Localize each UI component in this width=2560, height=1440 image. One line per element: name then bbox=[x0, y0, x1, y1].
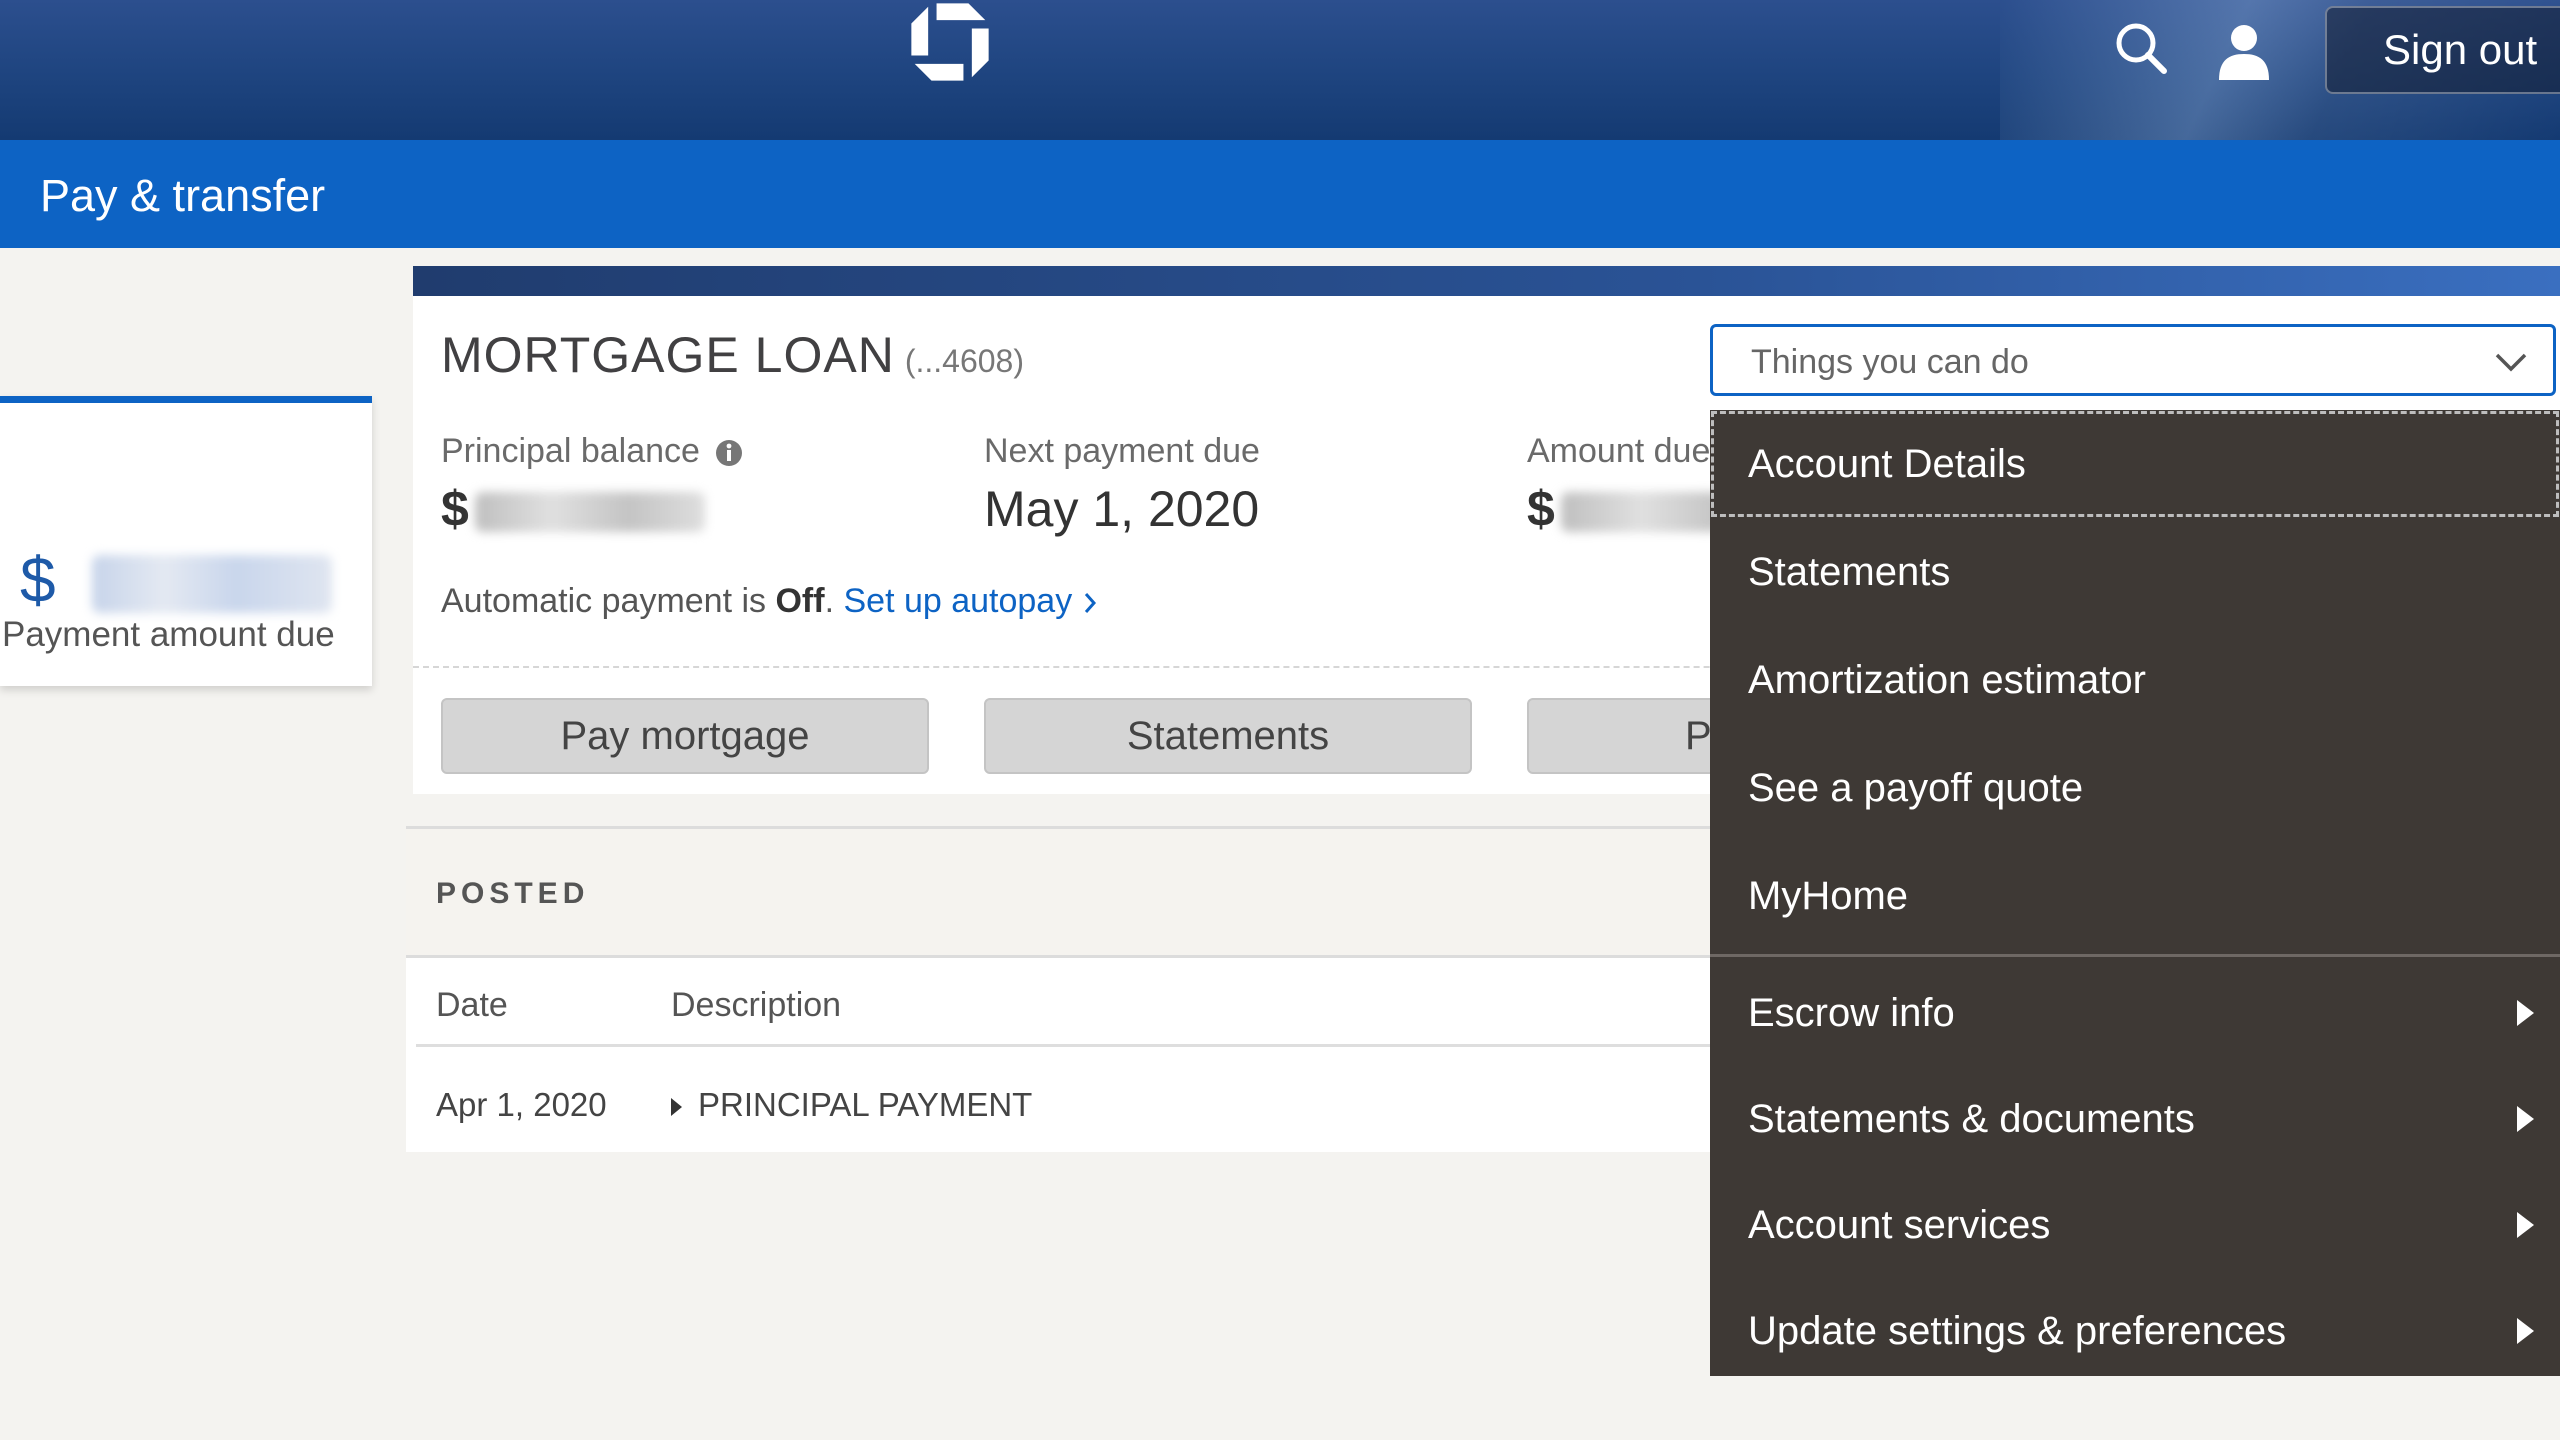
transaction-description-text: PRINCIPAL PAYMENT bbox=[698, 1086, 1033, 1123]
statements-button[interactable]: Statements bbox=[984, 698, 1472, 774]
sub-navigation: Pay & transfer bbox=[0, 140, 2560, 248]
column-header-description[interactable]: Description bbox=[671, 986, 841, 1025]
menu-item-label: Account services bbox=[1748, 1203, 2051, 1247]
menu-item-payoff-quote[interactable]: See a payoff quote bbox=[1710, 734, 2560, 842]
next-payment-value: May 1, 2020 bbox=[984, 481, 1260, 537]
things-you-can-do-dropdown[interactable]: Things you can do bbox=[1710, 324, 2556, 396]
menu-item-account-services[interactable]: Account services bbox=[1710, 1172, 2560, 1278]
redacted-amount bbox=[92, 555, 332, 613]
principal-balance-label-text: Principal balance bbox=[441, 432, 700, 470]
autopay-status: Automatic payment is Off. Set up autopay bbox=[441, 582, 1098, 621]
menu-divider bbox=[1710, 954, 2560, 957]
principal-balance-label: Principal balance bbox=[441, 432, 743, 471]
currency-symbol: $ bbox=[20, 544, 56, 616]
account-card-header-stripe bbox=[413, 266, 2560, 296]
payment-summary-card[interactable]: $ Payment amount due bbox=[0, 396, 372, 686]
menu-item-escrow-info[interactable]: Escrow info bbox=[1710, 960, 2560, 1066]
expand-caret-icon[interactable] bbox=[671, 1098, 682, 1117]
actions-menu: Account Details Statements Amortization … bbox=[1710, 410, 2560, 1376]
transaction-date: Apr 1, 2020 bbox=[436, 1086, 607, 1123]
principal-balance-value: $ bbox=[441, 480, 705, 538]
dropdown-label: Things you can do bbox=[1751, 343, 2029, 381]
submenu-arrow-icon bbox=[2517, 1000, 2534, 1026]
account-number: (...4608) bbox=[904, 343, 1024, 379]
posted-label: POSTED bbox=[436, 877, 590, 910]
redacted-amount bbox=[475, 492, 705, 532]
sign-out-button[interactable]: Sign out bbox=[2325, 6, 2560, 94]
account-title: MORTGAGE LOAN (...4608) bbox=[441, 326, 1024, 384]
menu-item-statements-documents[interactable]: Statements & documents bbox=[1710, 1066, 2560, 1172]
menu-item-label: Update settings & preferences bbox=[1748, 1309, 2287, 1353]
info-icon[interactable] bbox=[715, 439, 743, 467]
menu-item-account-details[interactable]: Account Details bbox=[1710, 410, 2560, 518]
chevron-down-icon bbox=[2495, 353, 2527, 372]
autopay-suffix: . bbox=[824, 582, 835, 620]
column-header-date[interactable]: Date bbox=[436, 986, 508, 1025]
pay-mortgage-button[interactable]: Pay mortgage bbox=[441, 698, 929, 774]
page-title[interactable]: Pay & transfer bbox=[40, 170, 325, 222]
submenu-arrow-icon bbox=[2517, 1318, 2534, 1344]
page: Sign out Pay & transfer $ Payment amount… bbox=[0, 0, 2560, 1440]
top-header: Sign out bbox=[0, 0, 2560, 140]
submenu-arrow-icon bbox=[2517, 1106, 2534, 1132]
transaction-description[interactable]: PRINCIPAL PAYMENT bbox=[671, 1086, 1032, 1124]
autopay-state: Off bbox=[775, 582, 825, 620]
menu-item-label: Statements & documents bbox=[1748, 1097, 2195, 1141]
menu-item-label: Escrow info bbox=[1748, 991, 1955, 1035]
amount-due-value: $ bbox=[1527, 480, 1721, 538]
menu-item-settings-preferences[interactable]: Update settings & preferences bbox=[1710, 1278, 2560, 1384]
next-payment-label: Next payment due bbox=[984, 432, 1260, 470]
account-type: MORTGAGE LOAN bbox=[441, 327, 895, 383]
payment-amount-label: Payment amount due bbox=[2, 615, 335, 654]
menu-item-amortization-estimator[interactable]: Amortization estimator bbox=[1710, 626, 2560, 734]
bank-logo-icon[interactable] bbox=[908, 0, 992, 84]
principal-balance-currency: $ bbox=[441, 481, 469, 537]
menu-item-myhome[interactable]: MyHome bbox=[1710, 842, 2560, 950]
amount-due-label: Amount due bbox=[1527, 432, 1711, 470]
menu-item-statements[interactable]: Statements bbox=[1710, 518, 2560, 626]
profile-icon[interactable] bbox=[2215, 22, 2273, 82]
setup-autopay-label: Set up autopay bbox=[843, 582, 1073, 620]
search-icon[interactable] bbox=[2113, 20, 2169, 76]
amount-due-currency: $ bbox=[1527, 481, 1555, 537]
chevron-right-icon bbox=[1084, 593, 1096, 614]
submenu-arrow-icon bbox=[2517, 1212, 2534, 1238]
autopay-prefix: Automatic payment is bbox=[441, 582, 776, 620]
redacted-amount bbox=[1561, 492, 1721, 532]
setup-autopay-link[interactable]: Set up autopay bbox=[843, 582, 1097, 620]
